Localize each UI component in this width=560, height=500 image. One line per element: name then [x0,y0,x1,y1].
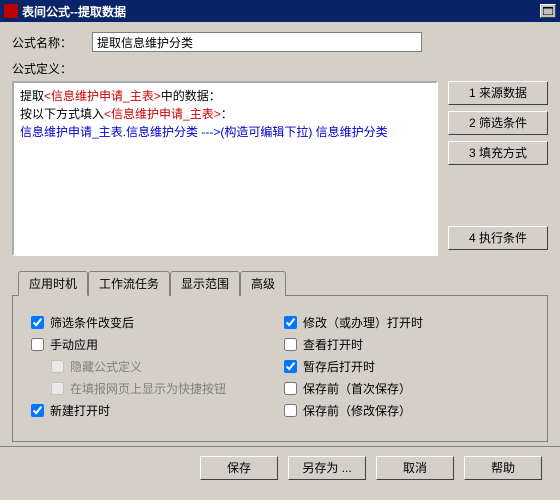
editor-text: 按以下方式填入 [20,107,104,121]
check-before-first-save[interactable]: 保存前（首次保存） [280,379,533,398]
cancel-button[interactable]: 取消 [376,456,454,480]
check-temp-save-open[interactable]: 暂存后打开时 [280,357,533,376]
help-button[interactable]: 帮助 [464,456,542,480]
formula-name-input[interactable] [92,32,422,52]
editor-text: 中的数据： [161,89,221,103]
editor-text: 信息维护申请_主表.信息维护分类 --->(构造可编辑下拉) 信息维护分类 [20,125,388,139]
tab-workflow-tasks[interactable]: 工作流任务 [88,271,170,296]
bottom-bar: 保存 另存为 ... 取消 帮助 [0,446,560,488]
checkbox-icon[interactable] [284,360,297,373]
checkbox-icon[interactable] [284,316,297,329]
check-show-shortcut: 在填报网页上显示为快捷按钮 [47,379,280,398]
tab-apply-timing[interactable]: 应用时机 [18,271,88,296]
checkbox-icon [51,360,64,373]
fill-method-button[interactable]: 3 填充方式 [448,141,548,165]
check-new-open[interactable]: 新建打开时 [27,401,280,420]
maximize-button[interactable] [540,4,556,18]
check-view-open[interactable]: 查看打开时 [280,335,533,354]
formula-name-label: 公式名称： [12,34,92,51]
filter-condition-button[interactable]: 2 筛选条件 [448,111,548,135]
source-data-button[interactable]: 1 来源数据 [448,81,548,105]
editor-text: ： [221,107,233,121]
check-filter-changed[interactable]: 筛选条件改变后 [27,313,280,332]
checkbox-icon[interactable] [31,338,44,351]
save-button[interactable]: 保存 [200,456,278,480]
save-as-button[interactable]: 另存为 ... [288,456,366,480]
check-hide-def: 隐藏公式定义 [47,357,280,376]
checkbox-icon[interactable] [31,404,44,417]
tab-bar: 应用时机 工作流任务 显示范围 高级 [12,270,548,296]
title-bar: 表间公式--提取数据 [0,0,560,22]
checkbox-icon[interactable] [284,338,297,351]
window-title: 表间公式--提取数据 [22,3,540,20]
checkbox-icon[interactable] [284,404,297,417]
editor-text: <信息维护申请_主表> [104,107,221,121]
formula-def-label: 公式定义： [12,60,92,77]
execute-condition-button[interactable]: 4 执行条件 [448,226,548,250]
check-manual-apply[interactable]: 手动应用 [27,335,280,354]
checkbox-icon [51,382,64,395]
editor-text: <信息维护申请_主表> [44,89,161,103]
formula-editor[interactable]: 提取<信息维护申请_主表>中的数据： 按以下方式填入<信息维护申请_主表>： 信… [12,81,438,256]
maximize-icon [543,7,553,15]
tab-display-scope[interactable]: 显示范围 [170,271,240,296]
tab-body: 筛选条件改变后 手动应用 隐藏公式定义 在填报网页上显示为快捷按钮 新建打开时 … [12,296,548,442]
check-before-modify-save[interactable]: 保存前（修改保存） [280,401,533,420]
app-icon [4,4,18,18]
check-modify-open[interactable]: 修改（或办理）打开时 [280,313,533,332]
checkbox-icon[interactable] [31,316,44,329]
tab-advanced[interactable]: 高级 [240,271,286,296]
checkbox-icon[interactable] [284,382,297,395]
editor-text: 提取 [20,89,44,103]
